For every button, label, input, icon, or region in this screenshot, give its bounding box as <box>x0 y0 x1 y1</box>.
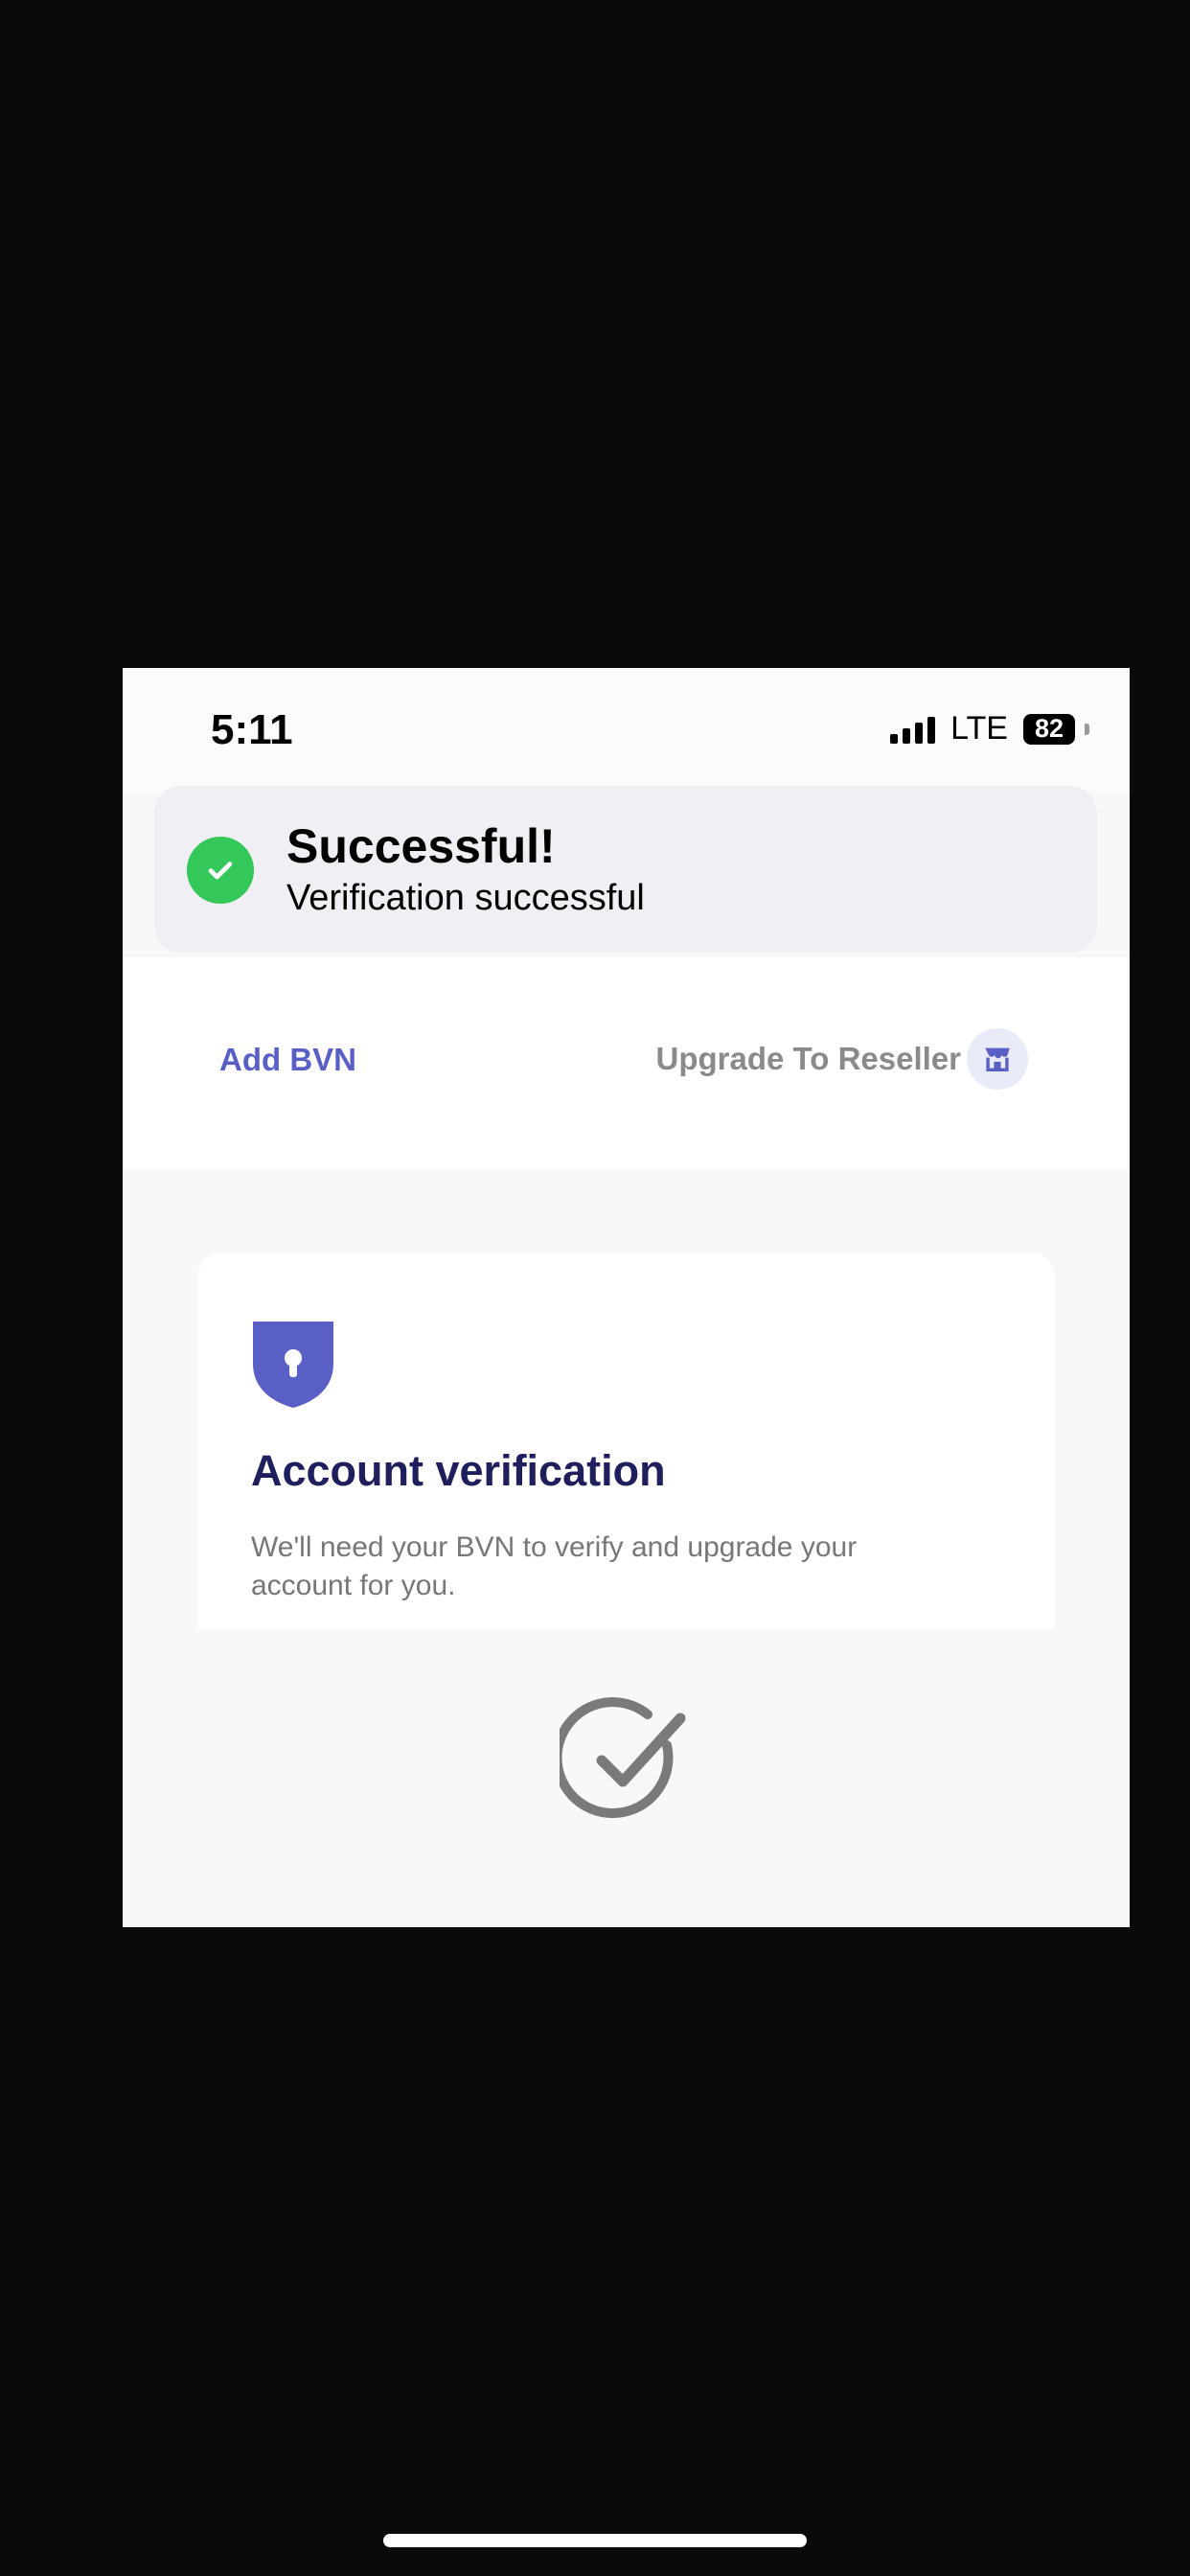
check-icon <box>187 837 254 904</box>
add-bvn-button[interactable]: Add BVN <box>219 1042 356 1078</box>
check-circle-icon <box>552 1697 690 1832</box>
status-time: 5:11 <box>211 706 293 753</box>
success-toast[interactable]: Successful! Verification successful <box>154 786 1097 953</box>
app-screen: 5:11 LTE 82 Successful! Verification suc… <box>123 668 1130 1927</box>
store-icon <box>967 1028 1028 1090</box>
home-indicator[interactable] <box>383 2534 807 2547</box>
battery-cap <box>1085 723 1089 735</box>
toast-message: Verification successful <box>286 878 645 918</box>
battery-icon: 82 <box>1023 713 1075 745</box>
status-bar: 5:11 LTE 82 <box>123 668 1130 793</box>
action-bar: Add BVN Upgrade To Reseller <box>123 957 1130 1170</box>
upgrade-to-reseller-button[interactable]: Upgrade To Reseller <box>656 1028 1028 1090</box>
battery-level: 82 <box>1034 714 1064 743</box>
shield-lock-icon <box>251 1320 335 1413</box>
status-indicators: LTE 82 <box>890 710 1089 748</box>
upgrade-label: Upgrade To Reseller <box>655 1041 961 1076</box>
card-title: Account verification <box>251 1446 666 1495</box>
account-verification-card[interactable]: Account verification We'll need your BVN… <box>197 1253 1055 1629</box>
toast-title: Successful! <box>286 819 556 873</box>
network-type: LTE <box>950 710 1008 747</box>
signal-icon <box>890 715 936 744</box>
card-description: We'll need your BVN to verify and upgrad… <box>251 1531 858 1601</box>
